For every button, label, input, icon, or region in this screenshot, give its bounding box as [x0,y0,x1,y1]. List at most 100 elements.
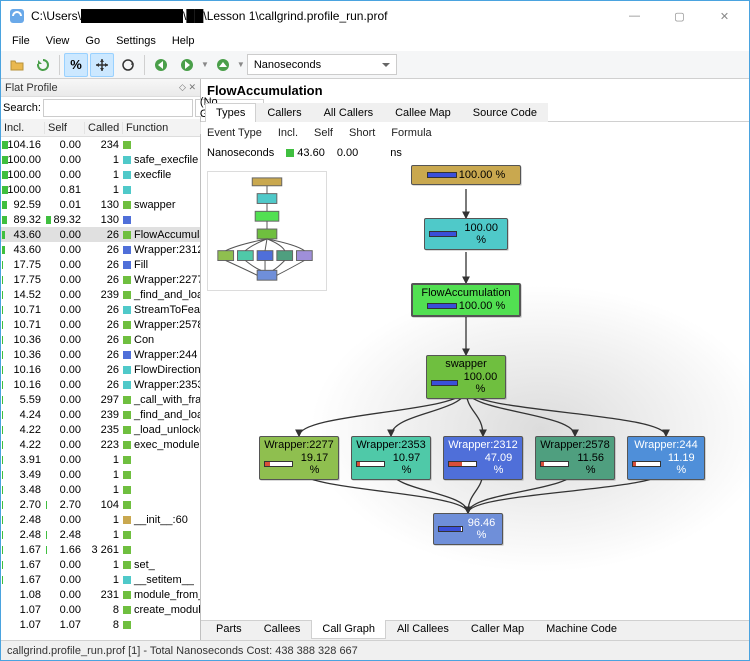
tab-callee-map[interactable]: Callee Map [384,103,462,122]
tab-caller-map[interactable]: Caller Map [460,620,535,639]
graph-node[interactable]: Wrapper:24411.19 % [627,436,705,480]
function-row[interactable]: 3.480.001 [1,482,200,497]
function-row[interactable]: 10.160.0026Wrapper:2353 [1,377,200,392]
sum-col-self[interactable]: Self [314,127,333,139]
function-row[interactable]: 3.910.001 [1,452,200,467]
col-function[interactable]: Function [123,122,201,134]
color-swatch [123,141,131,149]
graph-node[interactable]: Wrapper:231247.09 % [443,436,523,480]
separator [59,55,60,75]
graph-node[interactable]: Wrapper:257811.56 % [535,436,615,480]
tab-types[interactable]: Types [205,103,256,122]
function-row[interactable]: 1.671.663 261 [1,542,200,557]
bottom-tabs: PartsCalleesCall GraphAll CalleesCaller … [201,620,749,640]
pin-icon[interactable]: ◇ ✕ [179,82,196,93]
app-icon [9,8,25,24]
cycle-button[interactable] [116,53,140,77]
function-row[interactable]: 10.710.0026StreamToFea [1,302,200,317]
function-row[interactable]: 5.590.00297_call_with_fra [1,392,200,407]
function-row[interactable]: 92.590.01130swapper [1,197,200,212]
tab-callees[interactable]: Callees [253,620,312,639]
tab-machine-code[interactable]: Machine Code [535,620,628,639]
function-row[interactable]: 1.080.00231module_from_ [1,587,200,602]
minimize-button[interactable]: — [612,2,657,30]
function-row[interactable]: 4.220.00235_load_unlocke [1,422,200,437]
percent-button[interactable]: % [64,53,88,77]
graph-node[interactable]: 96.46 % [433,513,503,545]
sum-col-short[interactable]: Short [349,127,375,139]
reload-button[interactable] [31,53,55,77]
call-graph[interactable]: 100.00 % 100.00 % FlowAccumulation100.00 %… [201,165,749,620]
tab-all-callees[interactable]: All Callees [386,620,460,639]
function-row[interactable]: 100.000.001safe_execfile [1,152,200,167]
function-row[interactable]: 17.750.0026Wrapper:2277 [1,272,200,287]
menu-help[interactable]: Help [165,33,202,49]
list-header: Incl.SelfCalledFunction [1,119,200,137]
function-row[interactable]: 1.670.001set_ [1,557,200,572]
color-swatch [123,246,131,254]
sum-col-eventtype[interactable]: Event Type [207,127,262,139]
function-row[interactable]: 89.3289.32130 [1,212,200,227]
graph-node[interactable]: 100.00 % [411,165,521,185]
graph-thumbnail[interactable] [207,171,327,291]
col-self[interactable]: Self [45,122,85,134]
color-swatch [123,186,131,194]
function-row[interactable]: 104.160.00234 [1,137,200,152]
function-row[interactable]: 14.520.00239_find_and_loa [1,287,200,302]
function-row[interactable]: 1.071.078 [1,617,200,632]
maximize-button[interactable]: ▢ [657,2,702,30]
function-row[interactable]: 43.600.0026FlowAccumula [1,227,200,242]
time-unit-select[interactable]: Nanoseconds [247,54,397,75]
graph-node[interactable]: FlowAccumulation100.00 % [411,283,521,317]
menu-file[interactable]: File [5,33,37,49]
graph-node[interactable]: Wrapper:227719.17 % [259,436,339,480]
pane-title: Flat Profile [5,82,58,94]
graph-node[interactable]: 100.00 % [424,218,508,250]
function-row[interactable]: 1.670.001__setitem__ [1,572,200,587]
tab-parts[interactable]: Parts [205,620,253,639]
color-swatch [123,441,131,449]
expand-button[interactable] [90,53,114,77]
function-row[interactable]: 10.160.0026FlowDirection [1,362,200,377]
forward-button[interactable] [175,53,199,77]
menu-settings[interactable]: Settings [109,33,163,49]
tab-all-callers[interactable]: All Callers [313,103,385,122]
function-row[interactable]: 10.710.0026Wrapper:2578 [1,317,200,332]
function-row[interactable]: 10.360.0026Wrapper:244 [1,347,200,362]
self-value: 0.00 [337,147,358,159]
function-list[interactable]: 104.160.00234100.000.001safe_execfile100… [1,137,200,640]
function-row[interactable]: 1.070.008create_modul [1,602,200,617]
color-swatch [123,621,131,629]
search-input[interactable] [43,99,193,117]
sum-col-formula[interactable]: Formula [391,127,431,139]
function-row[interactable]: 2.702.70104 [1,497,200,512]
tab-callers[interactable]: Callers [256,103,312,122]
toolbar: % ▼ ▼ Nanoseconds [1,51,749,79]
tab-source-code[interactable]: Source Code [462,103,548,122]
color-swatch [123,156,131,164]
function-row[interactable]: 100.000.811 [1,182,200,197]
function-row[interactable]: 3.490.001 [1,467,200,482]
tab-call-graph[interactable]: Call Graph [311,620,386,639]
sum-col-incl[interactable]: Incl. [278,127,298,139]
event-type: Nanoseconds [207,147,274,159]
function-row[interactable]: 100.000.001execfile [1,167,200,182]
col-called[interactable]: Called [85,122,123,134]
graph-node[interactable]: swapper100.00 % [426,355,506,399]
menu-go[interactable]: Go [78,33,107,49]
function-row[interactable]: 2.482.481 [1,527,200,542]
graph-node[interactable]: Wrapper:235310.97 % [351,436,431,480]
up-button[interactable] [211,53,235,77]
menu-view[interactable]: View [39,33,77,49]
function-row[interactable]: 17.750.0026Fill [1,257,200,272]
function-row[interactable]: 4.220.00223exec_module: [1,437,200,452]
function-row[interactable]: 2.480.001__init__:60 [1,512,200,527]
back-button[interactable] [149,53,173,77]
open-button[interactable] [5,53,29,77]
close-button[interactable]: ✕ [702,2,747,30]
color-swatch [123,366,131,374]
col-incl[interactable]: Incl. [1,122,45,134]
function-row[interactable]: 10.360.0026Con [1,332,200,347]
function-row[interactable]: 4.240.00239_find_and_loa [1,407,200,422]
function-row[interactable]: 43.600.0026Wrapper:2312 [1,242,200,257]
